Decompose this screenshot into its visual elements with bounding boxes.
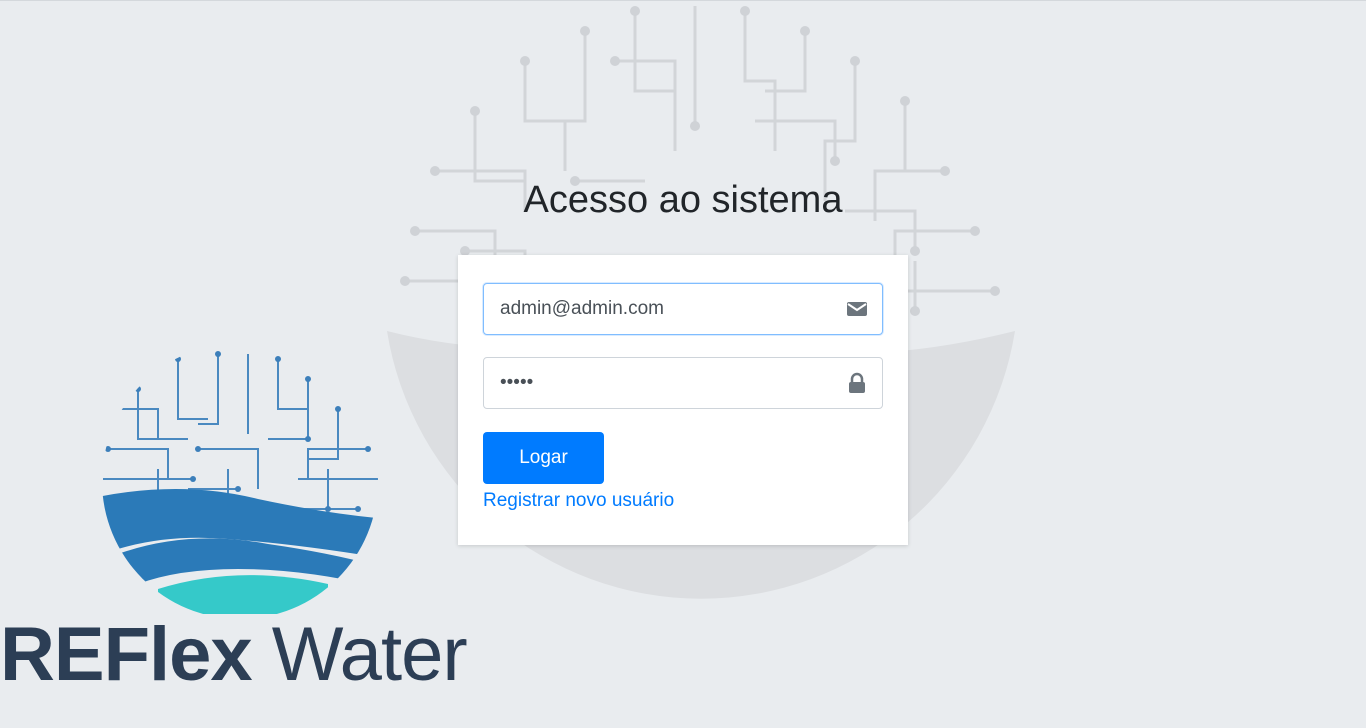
email-field-group: [483, 283, 883, 335]
login-button[interactable]: Logar: [483, 432, 604, 484]
login-card: Logar Registrar novo usuário: [458, 255, 908, 545]
page-title: Acesso ao sistema: [523, 179, 843, 221]
password-field-group: [483, 357, 883, 409]
email-input[interactable]: [500, 284, 830, 334]
brand-name-light: Water: [251, 612, 468, 697]
brand-name: REFlex Water: [0, 617, 468, 693]
reflex-water-logo-icon: [102, 351, 378, 614]
lock-icon: [849, 372, 865, 393]
password-input[interactable]: [500, 358, 830, 408]
envelope-icon: [847, 302, 867, 316]
brand-name-bold: REFlex: [0, 612, 253, 697]
register-link[interactable]: Registrar novo usuário: [483, 490, 674, 512]
